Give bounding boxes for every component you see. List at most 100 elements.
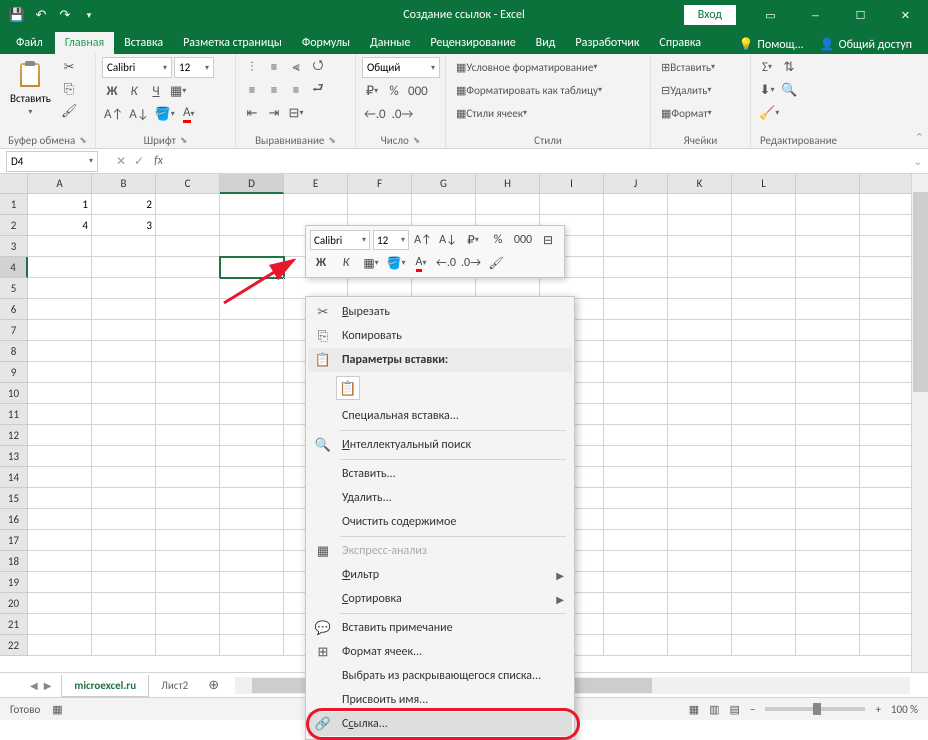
number-format-select[interactable]: Общий▾ [362,57,440,78]
cell[interactable] [604,614,668,635]
cell[interactable] [28,572,92,593]
align-top-icon[interactable]: ⫶ [242,57,262,77]
cell[interactable] [92,257,156,278]
zoom-level[interactable]: 100 % [891,703,918,716]
cell[interactable] [732,194,796,215]
decrease-font-icon[interactable]: A↓ [127,104,150,124]
cell[interactable] [668,530,732,551]
cell[interactable] [604,278,668,299]
cell[interactable] [92,320,156,341]
cell[interactable]: 3 [92,215,156,236]
view-layout-icon[interactable]: ▥ [709,703,719,716]
italic-button[interactable]: К [124,81,144,101]
undo-icon[interactable]: ↶ [30,4,52,26]
col-header[interactable]: D [220,174,284,194]
mini-format-painter-icon[interactable]: 🖌 [485,253,507,273]
cell[interactable] [156,572,220,593]
cell[interactable] [28,236,92,257]
col-header[interactable]: H [476,174,540,194]
cell[interactable] [92,551,156,572]
format-cells-button[interactable]: ▦ Формат ▾ [657,103,716,123]
col-header[interactable] [796,174,860,194]
font-name-select[interactable]: Calibri▾ [102,57,172,78]
cell[interactable] [156,257,220,278]
cell[interactable] [604,467,668,488]
cell[interactable] [604,530,668,551]
row-header[interactable]: 18 [0,551,28,572]
cell[interactable] [220,530,284,551]
cm-hyperlink[interactable]: 🔗Ссылка... [308,712,572,736]
mini-font-size[interactable]: 12▾ [373,230,409,250]
tab-formulas[interactable]: Формулы [292,32,360,54]
cell[interactable] [796,215,860,236]
mini-italic[interactable]: К [335,253,357,273]
formula-bar[interactable] [169,151,902,172]
cell[interactable] [604,215,668,236]
cell[interactable] [604,299,668,320]
enter-formula-icon[interactable]: ✓ [134,154,144,169]
cell[interactable] [156,194,220,215]
cell[interactable] [796,446,860,467]
cell[interactable] [668,299,732,320]
wrap-text-icon[interactable]: ⮐ [308,80,328,100]
mini-font-color-icon[interactable]: A▾ [410,253,432,273]
mini-percent-icon[interactable]: % [487,230,509,250]
cell[interactable] [796,635,860,656]
mini-font-name[interactable]: Calibri▾ [310,230,370,250]
view-pagebreak-icon[interactable]: ▤ [730,703,740,716]
cell[interactable] [220,593,284,614]
cell[interactable] [220,635,284,656]
mini-comma-icon[interactable]: 000 [512,230,534,250]
cell[interactable] [92,467,156,488]
cell[interactable] [220,299,284,320]
tab-developer[interactable]: Разработчик [565,32,649,54]
copy-icon[interactable]: ⎘ [59,79,80,99]
cell[interactable] [92,593,156,614]
cell[interactable] [796,383,860,404]
cell[interactable] [220,614,284,635]
cell[interactable] [220,488,284,509]
cell[interactable] [604,320,668,341]
tab-insert[interactable]: Вставка [114,32,173,54]
cell[interactable] [796,551,860,572]
tab-help[interactable]: Справка [649,32,711,54]
row-header[interactable]: 20 [0,593,28,614]
row-header[interactable]: 13 [0,446,28,467]
cell[interactable] [156,635,220,656]
merge-icon[interactable]: ⊟▾ [286,103,306,123]
row-header[interactable]: 10 [0,383,28,404]
cell[interactable]: 1 [28,194,92,215]
row-header[interactable]: 7 [0,320,28,341]
cell[interactable] [92,236,156,257]
cell[interactable] [220,320,284,341]
cell[interactable] [92,278,156,299]
cell[interactable] [668,488,732,509]
align-center-icon[interactable]: ≡ [264,80,284,100]
cell[interactable]: 2 [92,194,156,215]
cell[interactable] [604,257,668,278]
paste-button[interactable]: Вставить▾ [6,57,55,119]
cell[interactable] [604,551,668,572]
cell[interactable] [732,425,796,446]
cell[interactable] [220,467,284,488]
cell[interactable] [156,593,220,614]
fill-icon[interactable]: ⬇▾ [757,80,777,100]
cell[interactable] [156,488,220,509]
cell[interactable] [604,572,668,593]
cell[interactable] [796,467,860,488]
row-header[interactable]: 12 [0,425,28,446]
comma-icon[interactable]: 000 [406,81,430,101]
cell[interactable] [732,572,796,593]
cell[interactable] [732,530,796,551]
cell[interactable] [28,341,92,362]
cell[interactable] [220,446,284,467]
cell[interactable] [92,572,156,593]
mini-inc-decimal-icon[interactable]: .0→ [460,253,482,273]
cell-styles-button[interactable]: ▦ Стили ячеек ▾ [452,103,531,123]
cell[interactable] [668,320,732,341]
border-icon[interactable]: ▦▾ [168,81,188,101]
cm-insert-comment[interactable]: 💬Вставить примечание [308,616,572,640]
row-header[interactable]: 22 [0,635,28,656]
cell[interactable] [156,341,220,362]
maximize-icon[interactable]: ☐ [838,0,883,30]
